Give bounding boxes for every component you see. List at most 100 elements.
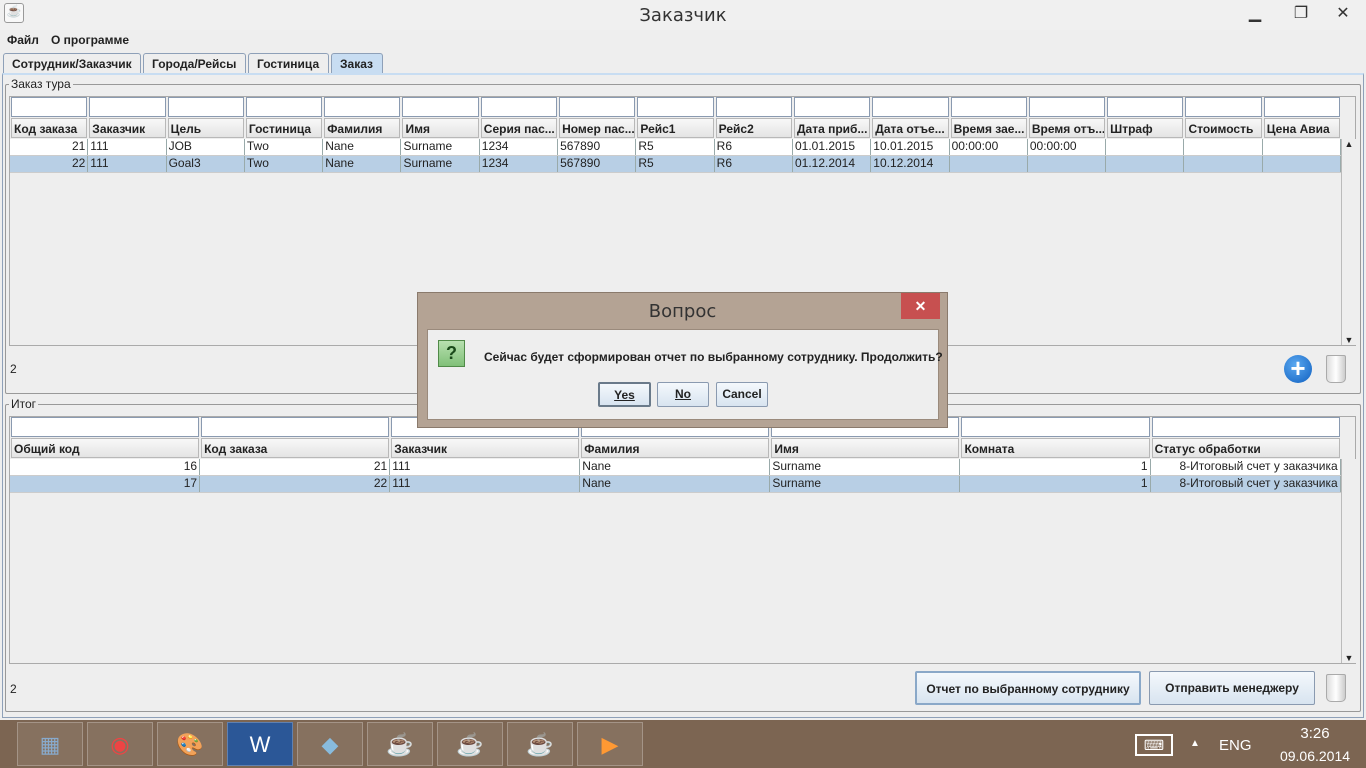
table-cell[interactable]	[1028, 156, 1107, 172]
table-cell[interactable]: Surname	[401, 139, 480, 155]
table-cell[interactable]: 1	[960, 459, 1151, 475]
table-cell[interactable]	[1106, 139, 1185, 155]
total-table-scrollbar[interactable]: ▼	[1341, 459, 1356, 663]
close-button[interactable]: ✕	[1320, 0, 1366, 28]
column-filter-input[interactable]	[1263, 97, 1341, 117]
language-indicator[interactable]: ENG	[1219, 737, 1252, 754]
send-to-manager-button[interactable]: Отправить менеджеру	[1149, 671, 1315, 705]
table-cell[interactable]: Nane	[323, 139, 402, 155]
trash-icon[interactable]	[1326, 355, 1346, 383]
java-icon[interactable]: ☕	[367, 722, 433, 766]
table-cell[interactable]: Surname	[770, 459, 961, 475]
no-button[interactable]: No	[657, 382, 709, 407]
column-header[interactable]: Рейс2	[715, 118, 792, 138]
column-header[interactable]: Заказчик	[89, 118, 166, 138]
report-selected-employee-button[interactable]: Отчет по выбранному сотруднику	[915, 671, 1141, 705]
column-filter-input[interactable]	[950, 97, 1027, 117]
dialog-close-button[interactable]: ✕	[901, 293, 940, 319]
table-cell[interactable]: 01.01.2015	[793, 139, 872, 155]
clock-date[interactable]: 09.06.2014	[1268, 748, 1362, 764]
table-cell[interactable]: 8-Итоговый счет у заказчика	[1151, 476, 1341, 492]
table-cell[interactable]: 01.12.2014	[793, 156, 872, 172]
table-cell[interactable]: 8-Итоговый счет у заказчика	[1151, 459, 1341, 475]
menu-file[interactable]: Файл	[7, 33, 39, 47]
yes-button[interactable]: Yes	[598, 382, 651, 407]
column-header[interactable]: Дата приб...	[793, 118, 871, 138]
column-header[interactable]: Имя	[771, 438, 960, 458]
table-cell[interactable]: 22	[10, 156, 89, 172]
column-filter-input[interactable]	[324, 97, 401, 117]
column-filter-input[interactable]	[1151, 417, 1340, 437]
word-icon[interactable]: W	[227, 722, 293, 766]
column-header[interactable]: Комната	[961, 438, 1150, 458]
column-header[interactable]: Время отъ...	[1028, 118, 1106, 138]
paint-icon[interactable]: 🎨	[157, 722, 223, 766]
trash-icon[interactable]	[1326, 674, 1346, 702]
table-cell[interactable]: 22	[200, 476, 391, 492]
column-filter-input[interactable]	[1107, 97, 1184, 117]
table-cell[interactable]: 111	[390, 459, 581, 475]
column-header[interactable]: Код заказа	[11, 118, 88, 138]
table-cell[interactable]: 111	[88, 156, 167, 172]
table-cell[interactable]: R5	[636, 156, 715, 172]
column-filter-input[interactable]	[167, 97, 244, 117]
table-cell[interactable]: 567890	[558, 156, 637, 172]
minimize-button[interactable]: ▁	[1232, 0, 1278, 28]
column-header[interactable]: Общий код	[11, 438, 200, 458]
table-cell[interactable]: 16	[10, 459, 201, 475]
column-header[interactable]: Цена Авиа	[1263, 118, 1341, 138]
menu-about[interactable]: О программе	[51, 33, 129, 47]
table-cell[interactable]: 111	[88, 139, 167, 155]
column-header[interactable]: Имя	[402, 118, 479, 138]
table-cell[interactable]: Two	[245, 139, 324, 155]
table-cell[interactable]: R6	[715, 156, 793, 172]
table-cell[interactable]: 21	[10, 139, 89, 155]
table-cell[interactable]: 21	[200, 459, 391, 475]
column-filter-input[interactable]	[961, 417, 1150, 437]
column-filter-input[interactable]	[11, 417, 200, 437]
column-filter-input[interactable]	[637, 97, 714, 117]
column-header[interactable]: Фамилия	[324, 118, 401, 138]
java-icon[interactable]: ☕	[507, 722, 573, 766]
table-row[interactable]: 17 22 111 Nane Surname 1 8-Итоговый счет у зак…	[10, 476, 1341, 493]
table-cell[interactable]: Nane	[580, 459, 771, 475]
calculator-icon[interactable]: ▦	[17, 722, 83, 766]
table-cell[interactable]	[1263, 139, 1342, 155]
scroll-down-arrow-icon[interactable]: ▼	[1342, 335, 1356, 345]
cancel-button[interactable]: Cancel	[716, 382, 768, 407]
table-cell[interactable]	[1263, 156, 1342, 172]
tab-hotel[interactable]: Гостиница	[248, 53, 329, 73]
clock-time[interactable]: 3:26	[1280, 725, 1350, 742]
column-header[interactable]: Время зае...	[950, 118, 1027, 138]
table-cell[interactable]: 10.12.2014	[871, 156, 950, 172]
table-cell[interactable]: 00:00:00	[1028, 139, 1107, 155]
table-cell[interactable]: 1234	[480, 139, 559, 155]
table-cell[interactable]: Nane	[580, 476, 771, 492]
column-filter-input[interactable]	[245, 97, 323, 117]
tab-cities-flights[interactable]: Города/Рейсы	[143, 53, 246, 73]
column-header[interactable]: Номер пас...	[559, 118, 636, 138]
order-table-scrollbar[interactable]: ▲ ▼	[1341, 139, 1356, 345]
tab-order[interactable]: Заказ	[331, 53, 383, 73]
column-filter-input[interactable]	[1185, 97, 1262, 117]
chrome-icon[interactable]: ◉	[87, 722, 153, 766]
java-icon[interactable]: ☕	[437, 722, 503, 766]
column-header[interactable]: Дата отъе...	[872, 118, 949, 138]
scroll-up-arrow-icon[interactable]: ▲	[1342, 139, 1356, 149]
maximize-button[interactable]: ❐	[1278, 0, 1324, 28]
virtualbox-icon[interactable]: ◆	[297, 722, 363, 766]
table-cell[interactable]	[1184, 156, 1263, 172]
column-header[interactable]: Заказчик	[391, 438, 580, 458]
column-header[interactable]: Статус обработки	[1151, 438, 1340, 458]
table-row[interactable]: 21 111 JOB Two Nane Surname 1234 567890 R5 R6 01.0…	[10, 139, 1342, 156]
table-cell[interactable]: Goal3	[167, 156, 245, 172]
table-cell[interactable]: 1234	[480, 156, 559, 172]
column-filter-input[interactable]	[11, 97, 88, 117]
column-filter-input[interactable]	[872, 97, 949, 117]
table-cell[interactable]: Surname	[770, 476, 961, 492]
table-cell[interactable]: Two	[245, 156, 324, 172]
table-cell[interactable]: 00:00:00	[950, 139, 1028, 155]
table-cell[interactable]: 111	[390, 476, 581, 492]
keyboard-icon[interactable]: ⌨	[1135, 734, 1173, 756]
table-cell[interactable]: R5	[636, 139, 715, 155]
